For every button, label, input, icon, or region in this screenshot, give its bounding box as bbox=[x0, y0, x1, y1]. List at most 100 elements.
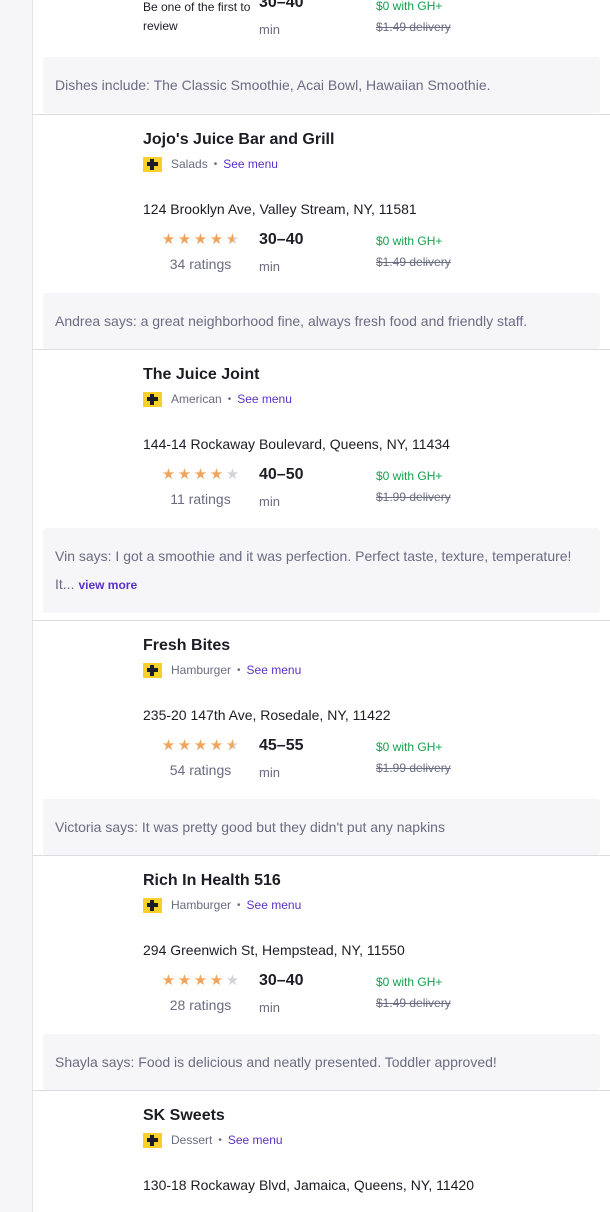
star-icon: ★ bbox=[193, 231, 208, 248]
eta-unit: min bbox=[259, 1000, 280, 1015]
grubhub-plus-icon bbox=[143, 156, 162, 172]
star-icon: ★ bbox=[225, 737, 240, 754]
restaurant-name[interactable]: Rich In Health 516 bbox=[143, 872, 281, 890]
see-menu-link[interactable]: See menu bbox=[237, 392, 292, 406]
review-snippet: Vin says: I got a smoothie and it was pe… bbox=[43, 528, 600, 613]
restaurant-card[interactable]: Fresh Bites Hamburger • See menu 235-20 … bbox=[33, 621, 610, 855]
rating-block: ★ ★ ★ ★ ★ 54 ratings bbox=[143, 737, 258, 778]
grubhub-plus-icon bbox=[143, 662, 162, 678]
cuisine-label: Dessert bbox=[171, 1133, 213, 1147]
star-rating: ★ ★ ★ ★ ★ bbox=[143, 231, 258, 248]
rating-block: ★ ★ ★ ★ ★ 28 ratings bbox=[143, 972, 258, 1013]
star-icon: ★ bbox=[161, 972, 176, 989]
restaurant-name[interactable]: Fresh Bites bbox=[143, 637, 230, 655]
rating-count: 28 ratings bbox=[169, 997, 232, 1013]
delivery-info: $0 with GH+ $1.49 delivery bbox=[376, 234, 451, 269]
eta: 30–40 min bbox=[259, 0, 304, 37]
delivery-fee: $1.49 delivery bbox=[376, 255, 451, 269]
left-rail bbox=[0, 0, 33, 1212]
star-icon: ★ bbox=[209, 737, 224, 754]
star-icon: ★ bbox=[161, 231, 176, 248]
restaurant-meta: Salads • See menu bbox=[143, 156, 278, 172]
star-icon: ★ bbox=[161, 737, 176, 754]
eta-unit: min bbox=[259, 494, 280, 509]
star-icon: ★ bbox=[193, 737, 208, 754]
rating-count: 34 ratings bbox=[169, 256, 232, 272]
star-icon: ★ bbox=[177, 972, 192, 989]
eta: 30–40 min bbox=[259, 231, 304, 274]
delivery-info: $0 with GH+ $1.99 delivery bbox=[376, 469, 451, 504]
restaurant-address: 294 Greenwich St, Hempstead, NY, 11550 bbox=[143, 942, 405, 958]
eta: 30–40 min bbox=[259, 972, 304, 1015]
rating-count: 54 ratings bbox=[169, 762, 232, 778]
review-snippet: Shayla says: Food is delicious and neatl… bbox=[43, 1034, 600, 1090]
separator-dot: • bbox=[237, 899, 241, 911]
star-icon: ★ bbox=[209, 231, 224, 248]
restaurant-name[interactable]: The Juice Joint bbox=[143, 366, 259, 384]
gh-plus-offer: $0 with GH+ bbox=[376, 469, 443, 483]
star-icon: ★ bbox=[193, 466, 208, 483]
review-snippet: Victoria says: It was pretty good but th… bbox=[43, 799, 600, 855]
eta-range: 30–40 bbox=[259, 0, 304, 11]
rating-count: 11 ratings bbox=[170, 491, 231, 507]
restaurant-card[interactable]: Rich In Health 516 Hamburger • See menu … bbox=[33, 856, 610, 1090]
cuisine-label: Salads bbox=[171, 157, 208, 171]
gh-plus-offer: $0 with GH+ bbox=[376, 234, 443, 248]
delivery-info: $0 with GH+ $1.99 delivery bbox=[376, 740, 451, 775]
restaurant-address: 124 Brooklyn Ave, Valley Stream, NY, 115… bbox=[143, 201, 417, 217]
delivery-fee: $1.99 delivery bbox=[376, 761, 451, 775]
rating-block: ★ ★ ★ ★ ★ 34 ratings bbox=[143, 231, 258, 272]
star-icon: ★ bbox=[209, 972, 224, 989]
restaurant-address: 144-14 Rockaway Boulevard, Queens, NY, 1… bbox=[143, 436, 450, 452]
star-icon: ★ bbox=[225, 972, 240, 989]
see-menu-link[interactable]: See menu bbox=[247, 663, 302, 677]
first-review-prompt: Be one of the first to review bbox=[143, 0, 251, 33]
restaurant-address: 235-20 147th Ave, Rosedale, NY, 11422 bbox=[143, 707, 391, 723]
eta-range: 40–50 bbox=[259, 466, 304, 483]
restaurant-card[interactable]: Jojo's Juice Bar and Grill Salads • See … bbox=[33, 115, 610, 349]
eta-range: 45–55 bbox=[259, 737, 304, 754]
restaurant-card[interactable]: The Juice Joint American • See menu 144-… bbox=[33, 350, 610, 620]
gh-plus-offer: $0 with GH+ bbox=[376, 740, 443, 754]
separator-dot: • bbox=[218, 1134, 222, 1146]
star-icon: ★ bbox=[193, 972, 208, 989]
eta-unit: min bbox=[259, 259, 280, 274]
star-rating: ★ ★ ★ ★ ★ bbox=[143, 737, 258, 754]
review-snippet: Dishes include: The Classic Smoothie, Ac… bbox=[43, 57, 600, 113]
see-menu-link[interactable]: See menu bbox=[247, 898, 302, 912]
restaurant-name[interactable]: Jojo's Juice Bar and Grill bbox=[143, 131, 334, 149]
star-icon: ★ bbox=[225, 231, 240, 248]
gh-plus-offer: $0 with GH+ bbox=[376, 975, 443, 989]
delivery-info: $0 with GH+ $1.49 delivery bbox=[376, 0, 451, 34]
restaurant-feed: Be one of the first to review 30–40 min … bbox=[33, 0, 610, 1212]
eta: 40–50 min bbox=[259, 466, 304, 509]
delivery-info: $0 with GH+ $1.49 delivery bbox=[376, 975, 451, 1010]
separator-dot: • bbox=[227, 393, 232, 405]
eta-unit: min bbox=[259, 765, 280, 780]
see-menu-link[interactable]: See menu bbox=[223, 157, 278, 171]
restaurant-address: 130-18 Rockaway Blvd, Jamaica, Queens, N… bbox=[143, 1177, 475, 1193]
restaurant-meta: Dessert • See menu bbox=[143, 1132, 283, 1148]
eta-range: 30–40 bbox=[259, 972, 304, 989]
review-snippet: Andrea says: a great neighborhood fine, … bbox=[43, 293, 600, 349]
star-icon: ★ bbox=[177, 466, 192, 483]
grubhub-plus-icon bbox=[143, 391, 162, 407]
cuisine-label: American bbox=[171, 392, 222, 406]
grubhub-plus-icon bbox=[143, 897, 162, 913]
restaurant-card-partial[interactable]: Be one of the first to review 30–40 min … bbox=[33, 0, 610, 114]
delivery-fee: $1.49 delivery bbox=[376, 20, 451, 34]
rating-block: ★ ★ ★ ★ ★ 11 ratings bbox=[143, 466, 258, 507]
restaurant-name[interactable]: SK Sweets bbox=[143, 1107, 225, 1125]
restaurant-meta: Hamburger • See menu bbox=[143, 897, 301, 913]
eta: 45–55 min bbox=[259, 737, 304, 780]
view-more-link[interactable]: view more bbox=[78, 578, 137, 592]
restaurant-card[interactable]: SK Sweets Dessert • See menu 130-18 Rock… bbox=[33, 1091, 610, 1212]
gh-plus-offer: $0 with GH+ bbox=[376, 0, 443, 13]
eta-range: 30–40 bbox=[259, 231, 304, 248]
see-menu-link[interactable]: See menu bbox=[228, 1133, 283, 1147]
grubhub-plus-icon bbox=[143, 1132, 162, 1148]
star-rating: ★ ★ ★ ★ ★ bbox=[143, 972, 258, 989]
separator-dot: • bbox=[213, 158, 218, 170]
delivery-fee: $1.49 delivery bbox=[376, 996, 451, 1010]
cuisine-label: Hamburger bbox=[171, 663, 232, 677]
